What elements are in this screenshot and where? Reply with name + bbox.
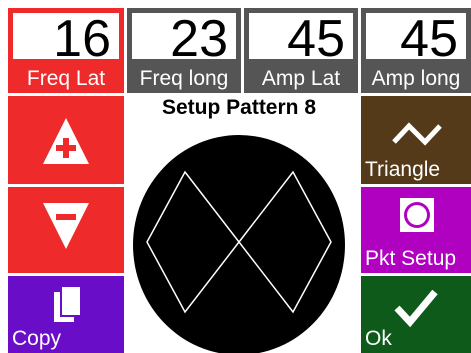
ok-button[interactable]: Ok	[361, 276, 471, 353]
pattern-preview	[133, 135, 345, 353]
page-title: Setup Pattern 8	[161, 96, 317, 119]
copy-icon	[54, 285, 82, 322]
triangle-wave-icon	[392, 122, 442, 146]
plus-triangle-up-icon	[43, 118, 89, 164]
ok-label: Ok	[365, 327, 392, 350]
value-cell-amp-lat[interactable]: 45 Amp Lat	[244, 8, 358, 93]
increase-button[interactable]	[8, 96, 124, 184]
value-cell-freq-long[interactable]: 23 Freq long	[127, 8, 241, 93]
value-freq-long: 23	[170, 10, 228, 68]
minus-triangle-down-icon	[43, 203, 89, 249]
value-box-freq-lat: 16	[8, 8, 124, 68]
value-cell-amp-long[interactable]: 45 Amp long	[361, 8, 471, 93]
value-freq-lat: 16	[53, 10, 111, 68]
label-amp-long: Amp long	[361, 64, 471, 93]
circle-icon	[400, 198, 434, 232]
decrease-button[interactable]	[8, 187, 124, 273]
triangle-button[interactable]: Triangle	[361, 96, 471, 184]
value-amp-long: 45	[400, 10, 458, 68]
value-cell-freq-lat[interactable]: 16 Freq Lat	[8, 8, 124, 93]
value-box-amp-long: 45	[361, 8, 471, 68]
triangle-label: Triangle	[365, 158, 441, 181]
preview-circle	[133, 135, 345, 353]
copy-label: Copy	[12, 327, 62, 350]
pkt-setup-button[interactable]: Pkt Setup	[361, 187, 471, 273]
value-box-freq-long: 23	[127, 8, 241, 68]
checkmark-icon	[394, 289, 438, 328]
pkt-setup-label: Pkt Setup	[365, 247, 457, 270]
label-amp-lat: Amp Lat	[244, 64, 358, 93]
label-freq-lat: Freq Lat	[8, 64, 124, 93]
value-amp-lat: 45	[287, 10, 345, 68]
value-box-amp-lat: 45	[244, 8, 358, 68]
label-freq-long: Freq long	[127, 64, 241, 93]
copy-button[interactable]: Copy	[8, 276, 124, 353]
